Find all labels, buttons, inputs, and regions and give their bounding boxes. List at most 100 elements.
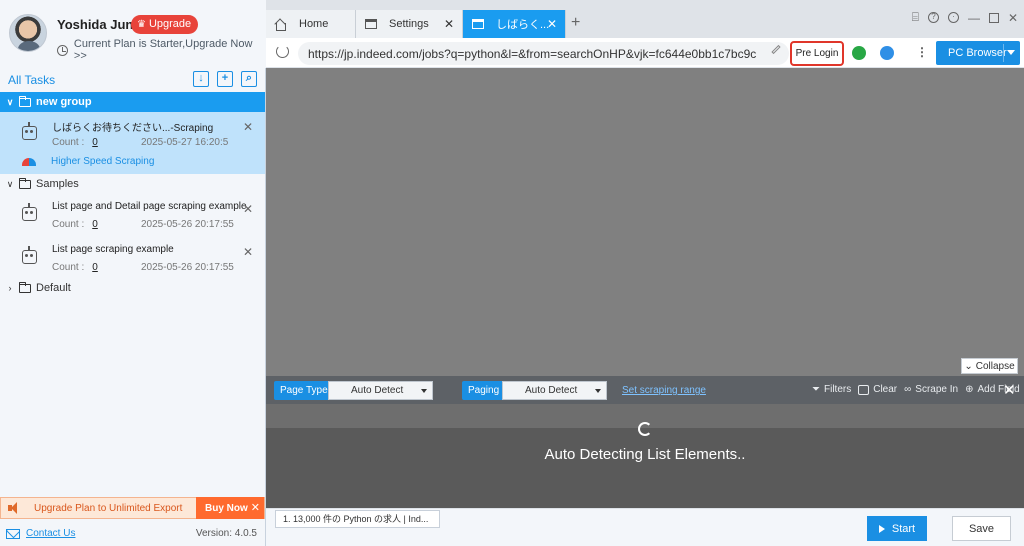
chevron-down-icon: ∨ xyxy=(6,96,14,107)
count-label: Count : xyxy=(52,137,85,148)
paging-select[interactable]: Auto Detect xyxy=(502,381,607,400)
page-type-label: Page Type xyxy=(274,381,328,400)
close-icon[interactable]: ✕ xyxy=(444,17,454,31)
filters-button[interactable]: ⏷ Filters xyxy=(812,384,851,395)
set-scraping-range-link[interactable]: Set scraping range xyxy=(622,385,706,396)
speed-label: Higher Speed Scraping xyxy=(51,156,155,167)
chevron-down-icon: ∨ xyxy=(6,178,14,189)
count-value[interactable]: 0 xyxy=(92,137,98,148)
folder-icon xyxy=(19,96,31,107)
tab-active-page[interactable]: しばらく... ✕ xyxy=(463,10,566,38)
trash-icon xyxy=(858,384,870,395)
tasks-header: All Tasks ↓ + ⌕ xyxy=(0,68,265,92)
user-agent-icon[interactable] xyxy=(880,46,894,60)
toolbar-actions: ⏷ Filters Clear ∞ Scrape In ⊕ Add Field xyxy=(812,384,1020,395)
tab-bar: Home Settings ✕ しばらく... ✕ + ⌸ ? · — ✕ xyxy=(266,0,1024,38)
close-icon[interactable]: ✕ xyxy=(547,17,557,31)
close-icon[interactable]: ✕ xyxy=(243,245,253,259)
close-overlay-icon[interactable]: ✕ xyxy=(1003,381,1016,399)
start-label: Start xyxy=(891,522,916,535)
scrape-in-button[interactable]: ∞ Scrape In xyxy=(904,384,958,395)
tab-settings[interactable]: Settings ✕ xyxy=(356,10,463,38)
collapse-button[interactable]: ⌄ Collapse xyxy=(961,358,1018,374)
task-name: しばらくお待ちください...-Scraping xyxy=(52,123,214,134)
username: Yoshida Jun xyxy=(57,17,134,32)
settings-icon[interactable]: · xyxy=(947,12,959,23)
reload-icon[interactable] xyxy=(276,45,289,58)
task-date: 2025-05-26 20:17:55 xyxy=(141,219,234,230)
close-icon[interactable]: ✕ xyxy=(243,120,253,134)
web-view[interactable] xyxy=(266,68,1024,376)
tab-label: Settings xyxy=(389,18,429,30)
sidebar: Yoshida Jun ♛ Upgrade Current Plan is St… xyxy=(0,0,266,546)
proxy-status-icon[interactable] xyxy=(852,46,866,60)
divider xyxy=(1003,44,1004,62)
clock-icon xyxy=(57,44,68,56)
new-task-icon[interactable]: + xyxy=(217,71,233,87)
more-options-icon[interactable]: ⋮ xyxy=(916,45,928,59)
caret-down-icon xyxy=(1007,50,1015,55)
maximize-icon[interactable] xyxy=(988,12,999,23)
task-name: List page scraping example xyxy=(52,244,174,255)
group-new-group[interactable]: ∨ new group xyxy=(0,92,265,112)
page-tab[interactable]: 1. 13,000 件の Python の求人 | Ind... xyxy=(275,510,440,528)
folder-icon xyxy=(19,178,31,189)
tab-label: Home xyxy=(299,18,329,30)
pre-login-button[interactable]: Pre Login xyxy=(790,41,844,66)
auto-detect-message: Auto Detecting List Elements.. xyxy=(544,446,746,463)
count-value[interactable]: 0 xyxy=(92,262,98,273)
extraction-toolbar: Page Type Auto Detect Paging Auto Detect… xyxy=(266,376,1024,404)
upgrade-promo-bar[interactable]: Upgrade Plan to Unlimited Export Buy Now… xyxy=(0,497,265,519)
plan-link[interactable]: Current Plan is Starter,Upgrade Now >> xyxy=(57,38,266,62)
crown-icon: ♛ xyxy=(137,19,146,30)
group-samples[interactable]: ∨ Samples xyxy=(0,174,265,194)
sidebar-footer: Contact Us Version: 4.0.5 xyxy=(0,521,265,546)
buy-now-button[interactable]: Buy Now ✕ xyxy=(196,497,264,519)
filters-label: Filters xyxy=(824,384,852,395)
robot-icon xyxy=(22,203,37,221)
close-icon[interactable]: ✕ xyxy=(251,501,260,514)
page-type-select[interactable]: Auto Detect xyxy=(328,381,433,400)
profile-panel: Yoshida Jun ♛ Upgrade Current Plan is St… xyxy=(0,0,266,68)
task-item[interactable]: List page scraping example Count : 0 202… xyxy=(0,237,265,279)
pc-browser-label: PC Browser xyxy=(948,47,1007,59)
avatar[interactable] xyxy=(9,14,47,52)
clear-button[interactable]: Clear xyxy=(858,384,897,395)
speed-gauge-icon xyxy=(22,157,36,166)
new-tab-icon[interactable]: + xyxy=(571,14,580,32)
import-task-icon[interactable]: ↓ xyxy=(193,71,209,87)
close-icon[interactable]: ✕ xyxy=(243,202,253,216)
minimize-icon[interactable]: — xyxy=(968,11,980,25)
save-button[interactable]: Save xyxy=(952,516,1011,541)
help-icon[interactable]: ? xyxy=(927,12,939,23)
upgrade-promo-text: Upgrade Plan to Unlimited Export xyxy=(34,502,183,514)
window-controls: ⌸ ? · — ✕ xyxy=(912,10,1018,25)
task-date: 2025-05-26 20:17:55 xyxy=(141,262,234,273)
loading-spinner-icon xyxy=(638,422,652,436)
tab-home[interactable]: Home xyxy=(266,10,356,38)
task-item[interactable]: しばらくお待ちください...-Scraping Count : 0 2025-0… xyxy=(0,112,265,174)
robot-icon xyxy=(22,246,37,264)
gift-icon[interactable]: ⌸ xyxy=(912,10,919,25)
pc-browser-dropdown[interactable]: PC Browser xyxy=(936,41,1020,65)
bottom-bar: 1. 13,000 件の Python の求人 | Ind... Start S… xyxy=(266,508,1024,546)
robot-icon xyxy=(22,122,37,140)
group-default[interactable]: › Default xyxy=(0,278,265,298)
url-input[interactable] xyxy=(298,42,789,65)
address-bar: Pre Login ⋮ PC Browser xyxy=(266,38,1024,68)
scrape-in-label: Scrape In xyxy=(915,384,959,395)
double-chevron-down-icon: ⌄ xyxy=(964,360,973,372)
contact-us-link[interactable]: Contact Us xyxy=(26,528,75,539)
higher-speed-scraping[interactable]: Higher Speed Scraping xyxy=(22,156,154,167)
all-tasks-title[interactable]: All Tasks xyxy=(8,73,55,87)
close-window-icon[interactable]: ✕ xyxy=(1008,11,1018,25)
upgrade-button[interactable]: ♛ Upgrade xyxy=(131,15,199,34)
clear-label: Clear xyxy=(873,384,898,395)
auto-detect-overlay: Auto Detecting List Elements.. xyxy=(266,404,1024,508)
search-task-icon[interactable]: ⌕ xyxy=(241,71,257,87)
task-date: 2025-05-27 16:20:5 xyxy=(141,137,229,148)
task-item[interactable]: List page and Detail page scraping examp… xyxy=(0,194,265,236)
count-value[interactable]: 0 xyxy=(92,219,98,230)
home-icon xyxy=(275,19,287,31)
start-button[interactable]: Start xyxy=(867,516,927,541)
